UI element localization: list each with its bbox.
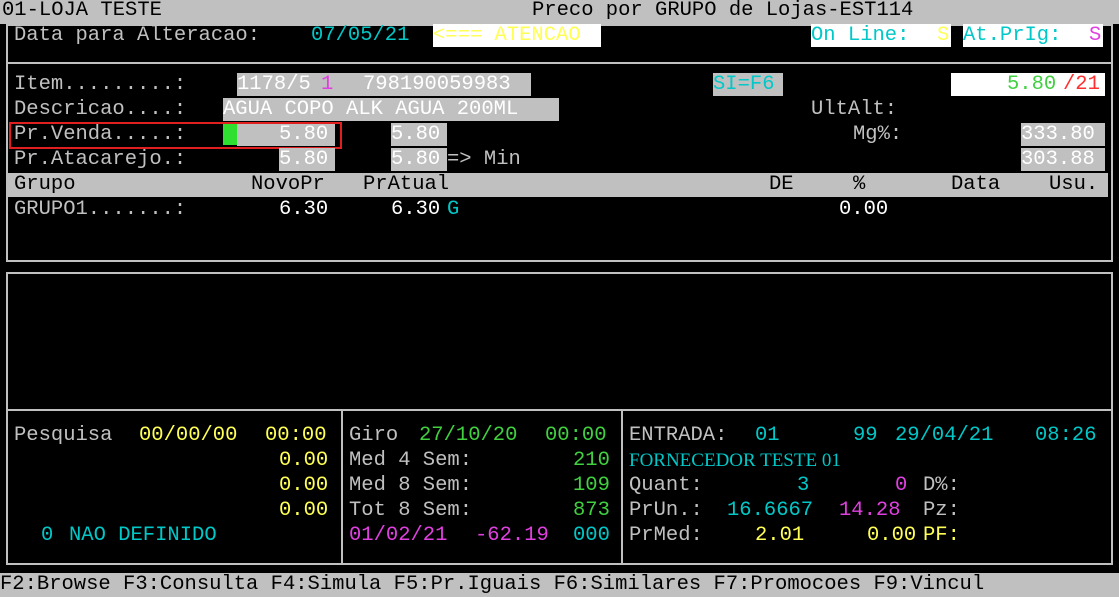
entrada-label: ENTRADA: [629,424,728,447]
item-code-suffix: 1 [321,73,334,96]
pr-atacarejo-current-value: 5.80 [391,148,441,171]
item-barcode: 798190059983 [363,73,511,96]
tot8-value: 873 [573,499,610,522]
row-grupo: GRUPO1.......: [14,198,187,221]
quant-value: 3 [797,474,810,497]
price-box-value: 5.80 [1007,73,1057,96]
col-usu: Usu. [1049,173,1099,196]
store-name: 01-LOJA TESTE [2,0,162,22]
row-pct: 0.00 [839,198,889,221]
pz-label: Pz: [923,499,960,522]
screen-title: Preco por GRUPO de Lojas-EST114 [532,0,914,22]
atprg-value[interactable]: S [1089,24,1103,47]
pesquisa-time: 00:00 [265,424,327,447]
last-date: 01/02/21 [349,524,448,547]
row-flag: G [447,198,460,221]
prun-value: 16.6667 [727,499,814,522]
item-code: 1178/5 [237,73,311,96]
price-box-suffix: /21 [1063,73,1100,96]
online-value[interactable]: S [937,24,951,47]
pesquisa-label: Pesquisa [14,424,113,447]
col-novopr: NovoPr [251,173,325,196]
dpct-label: D%: [923,474,960,497]
pr-atacarejo-label: Pr.Atacarejo.: [14,148,187,171]
prmed-label: PrMed: [629,524,703,547]
prun-pct: 14.28 [839,499,901,522]
row-pr-atual: 6.30 [391,198,441,221]
entrada-time: 08:26 [1035,424,1097,447]
descricao-label: Descricao....: [14,98,187,121]
pf-label: PF: [923,524,960,547]
min-label: => Min [447,148,521,171]
grid-header [8,173,1108,197]
med8-value: 109 [573,474,610,497]
entrada-date: 29/04/21 [895,424,994,447]
mg-label: Mg%: [853,123,903,146]
atacarejo-mg-value: 303.88 [1021,148,1105,171]
pesquisa-value-2: 0.00 [279,474,329,497]
date-label: Data para Alteracao: [14,24,261,47]
giro-label: Giro [349,424,399,447]
date-input[interactable]: 07/05/21 [311,23,409,48]
item-label: Item.........: [14,73,187,96]
last-value: -62.19 [475,524,549,547]
med4-label: Med 4 Sem: [349,449,473,472]
online-label: On Line: [811,24,937,47]
status-count: 0 [41,524,54,547]
status-text: NAO DEFINIDO [69,524,217,547]
pr-venda-highlight [9,122,342,149]
pesquisa-value-1: 0.00 [279,449,329,472]
prun-label: PrUn.: [629,499,703,522]
supplier-name: FORNECEDOR TESTE 01 [629,450,841,471]
mg-value: 333.80 [1021,123,1105,146]
pesquisa-value-3: 0.00 [279,499,329,522]
pr-venda-current-value: 5.80 [391,123,441,146]
function-keys[interactable]: F2:Browse F3:Consulta F4:Simula F5:Pr.Ig… [0,572,984,597]
col-grupo: Grupo [14,173,76,196]
ultalt-label: UltAlt: [811,98,898,121]
quant-label: Quant: [629,474,703,497]
col-data: Data [951,173,1001,196]
col-de: DE [769,173,794,196]
col-pratual: PrAtual [363,173,450,196]
giro-date: 27/10/20 [419,424,518,447]
entrada-num: 99 [853,424,878,447]
col-pct: % [853,173,866,196]
warning-badge: <=== ATENCAO [433,24,601,47]
prmed-value: 2.01 [755,524,805,547]
middle-frame [6,272,1113,411]
descricao-value[interactable]: AGUA COPO ALK AGUA 200ML [223,98,559,121]
pesquisa-date: 00/00/00 [139,424,238,447]
last-code: 000 [573,524,610,547]
med4-value: 210 [573,449,610,472]
tot8-label: Tot 8 Sem: [349,499,473,522]
med8-label: Med 8 Sem: [349,474,473,497]
pr-atacarejo-new-value: 5.80 [279,148,329,171]
row-novo-pr: 6.30 [279,198,329,221]
entrada-code: 01 [755,424,780,447]
prmed-value-2: 0.00 [867,524,917,547]
quant-zero: 0 [895,474,908,497]
atprg-label: At.PrIg: [963,24,1089,47]
giro-time: 00:00 [545,424,607,447]
si-hint[interactable]: SI=F6 [713,73,783,96]
